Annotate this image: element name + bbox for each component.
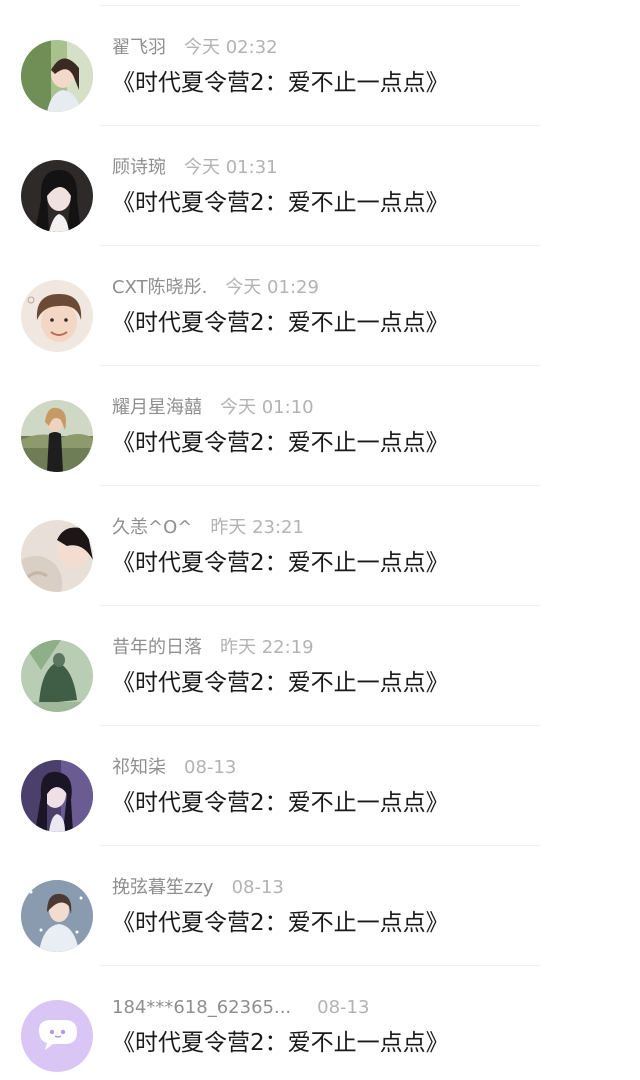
comment-text: 《时代夏令营2：爱不止一点点》 — [112, 550, 449, 576]
comment-meta: 顾诗琬 今天 01:31 — [112, 156, 278, 180]
avatar[interactable] — [21, 280, 93, 352]
comment-meta: 祁知柒 08-13 — [112, 756, 236, 780]
comment-meta: 挽弦暮笙zzy 08-13 — [112, 876, 284, 900]
comment-item[interactable]: 昔年的日落 昨天 22:19 《时代夏令营2：爱不止一点点》 — [0, 600, 640, 726]
comment-meta: CXT陈晓彤. 今天 01:29 — [112, 276, 319, 300]
comment-text: 《时代夏令营2：爱不止一点点》 — [112, 70, 449, 96]
username[interactable]: 耀月星海囍 — [112, 397, 202, 418]
comment-item[interactable]: 耀月星海囍 今天 01:10 《时代夏令营2：爱不止一点点》 — [0, 360, 640, 486]
avatar[interactable] — [21, 760, 93, 832]
timestamp: 08-13 — [231, 877, 284, 898]
avatar-photo-icon — [21, 520, 93, 592]
avatar-photo-icon — [21, 640, 93, 712]
avatar-photo-icon — [21, 40, 93, 112]
timestamp: 昨天 22:19 — [220, 637, 314, 658]
timestamp: 昨天 23:21 — [210, 517, 304, 538]
comment-text: 《时代夏令营2：爱不止一点点》 — [112, 790, 449, 816]
comment-meta: 久恙^O^ 昨天 23:21 — [112, 516, 304, 540]
avatar[interactable] — [21, 880, 93, 952]
timestamp: 今天 02:32 — [184, 37, 278, 58]
comment-text: 《时代夏令营2：爱不止一点点》 — [112, 430, 449, 456]
username[interactable]: CXT陈晓彤. — [112, 277, 207, 298]
comment-item[interactable]: 挽弦暮笙zzy 08-13 《时代夏令营2：爱不止一点点》 — [0, 840, 640, 966]
comment-text: 《时代夏令营2：爱不止一点点》 — [112, 670, 449, 696]
username[interactable]: 祁知柒 — [112, 757, 166, 778]
comment-meta: 昔年的日落 昨天 22:19 — [112, 636, 314, 660]
username[interactable]: 昔年的日落 — [112, 637, 202, 658]
avatar-photo-icon — [21, 160, 93, 232]
comment-meta: 翟飞羽 今天 02:32 — [112, 36, 278, 60]
avatar[interactable] — [21, 640, 93, 712]
avatar[interactable] — [21, 400, 93, 472]
comment-text: 《时代夏令营2：爱不止一点点》 — [112, 310, 449, 336]
avatar-photo-icon — [21, 760, 93, 832]
timestamp: 今天 01:31 — [184, 157, 278, 178]
comment-meta: 184***618_62365... 08-13 — [112, 996, 369, 1020]
avatar[interactable] — [21, 160, 93, 232]
timestamp: 今天 01:29 — [225, 277, 319, 298]
chat-bubble-icon — [21, 1000, 93, 1072]
comment-item[interactable]: CXT陈晓彤. 今天 01:29 《时代夏令营2：爱不止一点点》 — [0, 240, 640, 366]
username[interactable]: 挽弦暮笙zzy — [112, 877, 214, 898]
username[interactable]: 久恙^O^ — [112, 517, 192, 538]
comment-item[interactable]: 翟飞羽 今天 02:32 《时代夏令营2：爱不止一点点》 — [0, 0, 640, 126]
avatar-photo-icon — [21, 280, 93, 352]
comment-meta: 耀月星海囍 今天 01:10 — [112, 396, 314, 420]
comment-item[interactable]: 184***618_62365... 08-13 《时代夏令营2：爱不止一点点》 — [0, 960, 640, 1080]
timestamp: 08-13 — [184, 757, 237, 778]
comment-item[interactable]: 顾诗琬 今天 01:31 《时代夏令营2：爱不止一点点》 — [0, 120, 640, 246]
comment-text: 《时代夏令营2：爱不止一点点》 — [112, 1030, 449, 1056]
comment-item[interactable]: 久恙^O^ 昨天 23:21 《时代夏令营2：爱不止一点点》 — [0, 480, 640, 606]
comment-item[interactable]: 祁知柒 08-13 《时代夏令营2：爱不止一点点》 — [0, 720, 640, 846]
comment-text: 《时代夏令营2：爱不止一点点》 — [112, 190, 449, 216]
username[interactable]: 翟飞羽 — [112, 37, 166, 58]
avatar-photo-icon — [21, 400, 93, 472]
avatar[interactable] — [21, 1000, 93, 1072]
timestamp: 08-13 — [317, 997, 370, 1018]
username[interactable]: 顾诗琬 — [112, 157, 166, 178]
username[interactable]: 184***618_62365... — [112, 997, 291, 1018]
comment-text: 《时代夏令营2：爱不止一点点》 — [112, 910, 449, 936]
timestamp: 今天 01:10 — [220, 397, 314, 418]
avatar[interactable] — [21, 520, 93, 592]
avatar[interactable] — [21, 40, 93, 112]
avatar-photo-icon — [21, 880, 93, 952]
